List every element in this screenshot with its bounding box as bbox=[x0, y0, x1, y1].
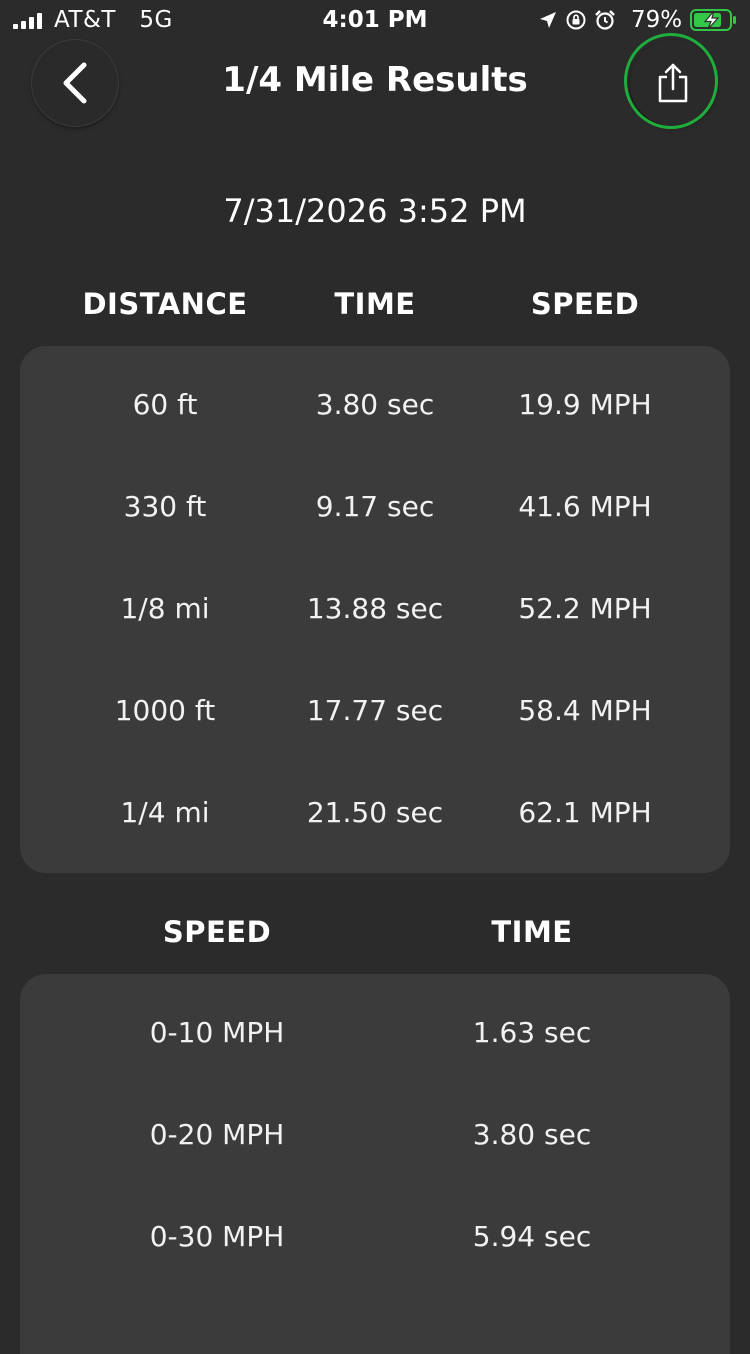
time-cell: 21.50 sec bbox=[306, 796, 444, 829]
distance-cell: 1/4 mi bbox=[120, 796, 210, 829]
speed-cell: 19.9 MPH bbox=[518, 388, 652, 421]
time-cell: 13.88 sec bbox=[306, 592, 444, 625]
status-icons bbox=[538, 9, 623, 31]
time-cell: 3.80 sec bbox=[315, 388, 435, 421]
speed-cell: 58.4 MPH bbox=[518, 694, 652, 727]
speed-cell: 52.2 MPH bbox=[518, 592, 652, 625]
interval-time-cell: 3.80 sec bbox=[472, 1118, 592, 1151]
speed-range-cell: 0-20 MPH bbox=[149, 1118, 285, 1151]
column-header-speed-interval: SPEED bbox=[162, 915, 272, 949]
interval-time-cell: 5.94 sec bbox=[472, 1220, 592, 1253]
distance-cell: 330 ft bbox=[123, 490, 207, 523]
orientation-lock-icon bbox=[566, 10, 586, 30]
location-arrow-icon bbox=[540, 12, 556, 28]
time-cell: 17.77 sec bbox=[306, 694, 444, 727]
distance-cell: 1/8 mi bbox=[120, 592, 210, 625]
speed-cell: 62.1 MPH bbox=[518, 796, 652, 829]
alarm-icon bbox=[595, 10, 615, 30]
status-bar: AT&T 5G 4:01 PM 79% bbox=[0, 0, 750, 40]
column-header-time: TIME bbox=[334, 287, 416, 321]
run-date: 7/31/2026 3:52 PM bbox=[223, 192, 527, 230]
speed-range-cell: 0-10 MPH bbox=[149, 1016, 285, 1049]
speed-cell: 41.6 MPH bbox=[518, 490, 652, 523]
share-highlight-ring bbox=[624, 33, 718, 129]
battery-percent: 79% bbox=[631, 7, 683, 33]
distance-cell: 60 ft bbox=[132, 388, 198, 421]
column-header-distance: DISTANCE bbox=[82, 287, 248, 321]
speed-range-cell: 0-30 MPH bbox=[149, 1220, 285, 1253]
time-cell: 9.17 sec bbox=[315, 490, 435, 523]
column-header-interval-time: TIME bbox=[491, 915, 573, 949]
column-header-speed: SPEED bbox=[530, 287, 640, 321]
interval-time-cell: 1.63 sec bbox=[472, 1016, 592, 1049]
distance-cell: 1000 ft bbox=[114, 694, 216, 727]
battery-charging-icon bbox=[690, 9, 736, 31]
